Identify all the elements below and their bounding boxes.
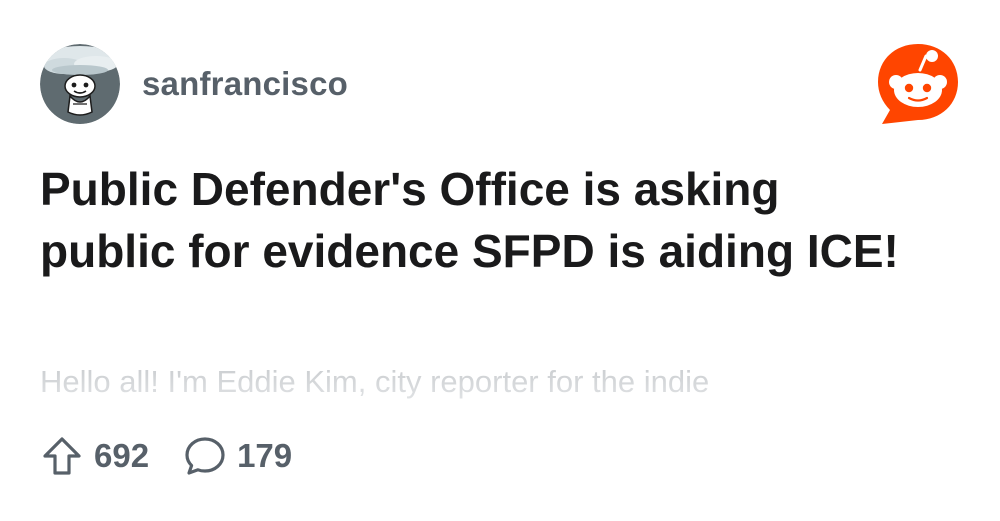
upvote-arrow-icon (43, 437, 81, 475)
comment-count: 179 (237, 437, 293, 474)
comments-button[interactable]: 179 (183, 434, 292, 478)
upvote-button[interactable]: 692 (40, 434, 149, 478)
post-header: sanfrancisco (40, 44, 348, 124)
post-title[interactable]: Public Defender's Office is asking publi… (40, 158, 920, 282)
subreddit-avatar-icon[interactable] (40, 44, 120, 124)
comment-bubble-icon (185, 437, 225, 475)
upvote-count: 692 (94, 437, 150, 474)
reddit-logo-icon (878, 44, 958, 124)
post-body-preview: Hello all! I'm Eddie Kim, city reporter … (40, 354, 920, 410)
post-card[interactable]: sanfrancisco Public Defender's Office is… (0, 0, 1000, 521)
subreddit-name[interactable]: sanfrancisco (142, 65, 348, 103)
post-stats: 692 179 (40, 430, 292, 482)
